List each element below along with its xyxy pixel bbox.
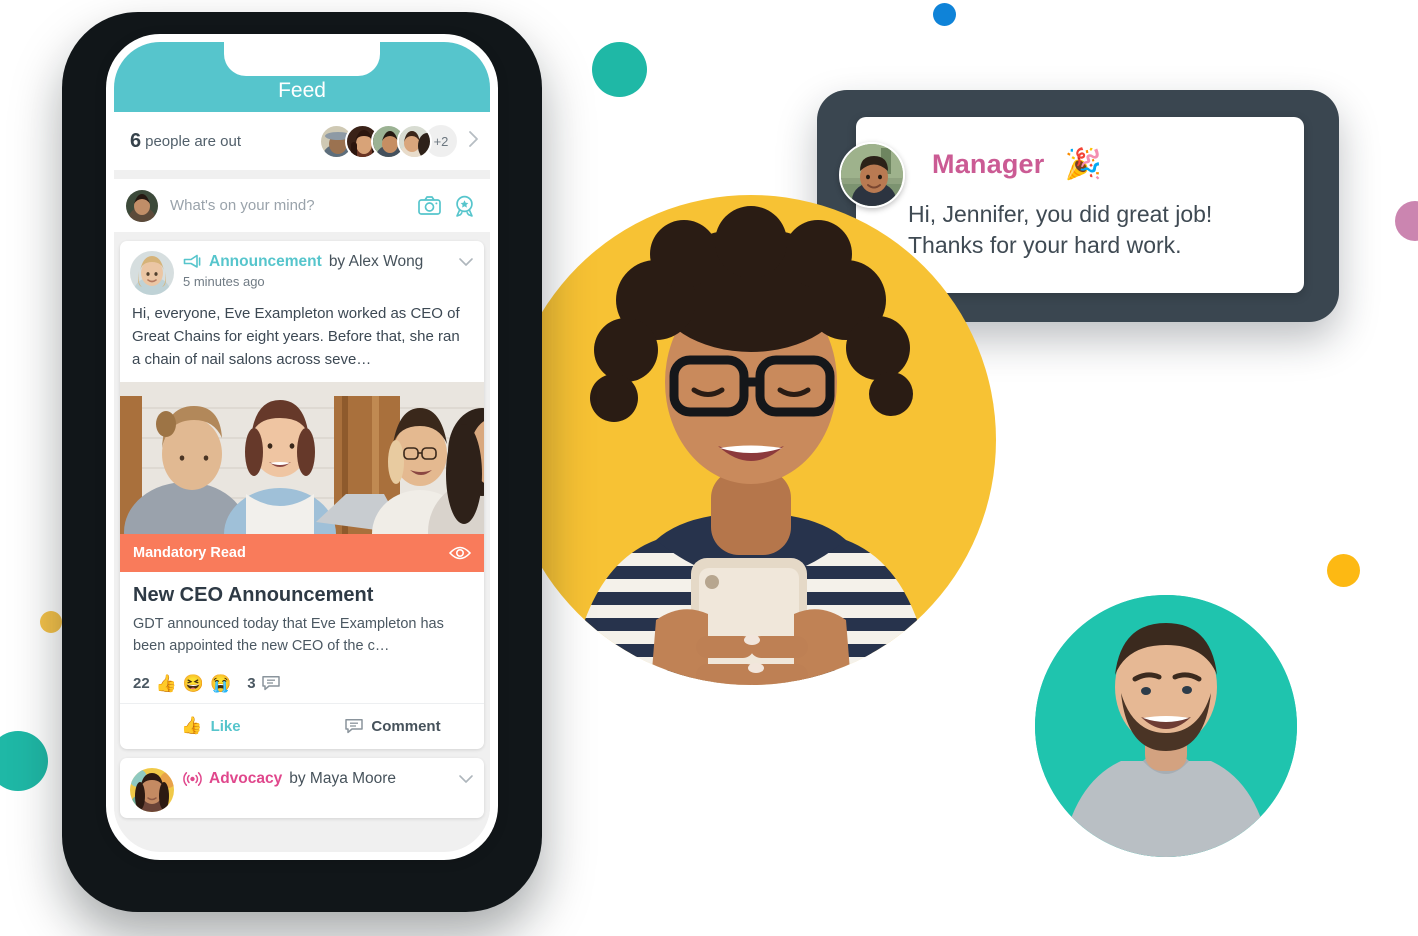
megaphone-icon [183,254,202,270]
reaction-summary[interactable]: 22 👍 😆 😭 3 [120,666,484,703]
reaction-count: 22 [133,674,150,692]
post-photo[interactable] [120,382,484,535]
hero-person-image [506,150,996,720]
comment-count: 3 [247,674,256,692]
decorative-dot-pink [1395,201,1418,241]
comment-button[interactable]: Comment [302,704,484,749]
laughing-face-icon: 😆 [182,673,205,693]
article-description: GDT announced today that Eve Exampleton … [133,616,444,655]
crying-face-icon: 😭 [210,673,232,693]
post-action-bar: 👍 Like Comment [120,702,484,749]
phone-screen: Feed 6 people are out +2 What's on your … [114,42,490,852]
article-title: New CEO Announcement [133,584,374,607]
like-label: Like [210,717,241,735]
chevron-down-icon[interactable] [458,251,474,272]
camera-icon[interactable] [418,196,441,215]
post-timestamp: 5 minutes ago [183,274,265,289]
decorative-dot-blue [933,3,956,26]
post-kind-label: Announcement [209,253,322,270]
chevron-right-icon[interactable] [468,130,479,153]
comment-label: Comment [371,717,441,735]
phone-device: Feed 6 people are out +2 What's on your … [62,12,542,912]
man-portrait-circle [1035,595,1297,857]
post-author-avatar[interactable] [130,767,174,812]
decorative-dot-orange [1327,554,1360,587]
post-header: Announcement by Alex Wong 5 minutes ago [120,241,484,301]
out-of-office-label: people are out [145,132,242,150]
post-body-text: Hi, everyone, Eve Exampleton worked as C… [132,305,460,368]
out-of-office-avatars[interactable]: +2 [319,123,459,159]
out-of-office-count: 6 [130,129,142,152]
composer-input[interactable] [170,197,406,214]
party-popper-icon: 🎉 [1064,147,1102,181]
article-preview[interactable]: New CEO Announcement GDT announced today… [120,572,484,666]
post-author-avatar[interactable] [130,251,174,295]
post-title-line: Announcement by Alex Wong [183,253,449,271]
broadcast-icon [183,770,202,788]
illustration-stage: Manager 🎉 Hi, Jennifer, you did great jo… [0,0,1418,936]
award-badge-icon[interactable] [453,195,476,217]
comment-bubble-icon[interactable] [261,675,280,691]
feed-list: Announcement by Alex Wong 5 minutes ago … [114,232,490,818]
feed-post-advocacy[interactable]: Advocacy by Maya Moore [120,757,484,818]
divider [114,170,490,179]
post-header: Advocacy by Maya Moore [120,758,484,818]
current-user-avatar [126,189,158,222]
decorative-dot-yellow [40,611,62,633]
mandatory-read-banner: Mandatory Read [120,534,484,573]
phone-notch [224,42,380,76]
post-kind-label: Advocacy [209,769,283,787]
post-author-label: by Alex Wong [328,253,424,270]
post-composer[interactable] [114,179,490,232]
post-meta: Announcement by Alex Wong 5 minutes ago [183,251,449,289]
decorative-dot-teal-small [0,731,48,791]
phone-bezel: Feed 6 people are out +2 What's on your … [106,34,498,860]
comment-bubble-icon [345,718,364,734]
mandatory-read-label: Mandatory Read [133,545,246,562]
avatar [397,123,432,159]
like-button[interactable]: 👍 Like [120,704,302,749]
decorative-dot-teal [592,42,647,97]
thumbs-up-icon: 👍 [155,673,177,693]
feed-post-announcement[interactable]: Announcement by Alex Wong 5 minutes ago … [120,241,484,749]
chevron-down-icon[interactable] [458,768,474,789]
page-title: Feed [278,79,326,102]
out-of-office-row[interactable]: 6 people are out +2 [114,112,490,170]
post-title-line: Advocacy by Maya Moore [183,770,449,788]
post-meta: Advocacy by Maya Moore [183,768,449,806]
post-timestamp [183,791,449,806]
post-author-label: by Maya Moore [289,769,397,787]
eye-icon[interactable] [449,546,471,560]
thumbs-up-icon: 👍 [181,716,203,736]
